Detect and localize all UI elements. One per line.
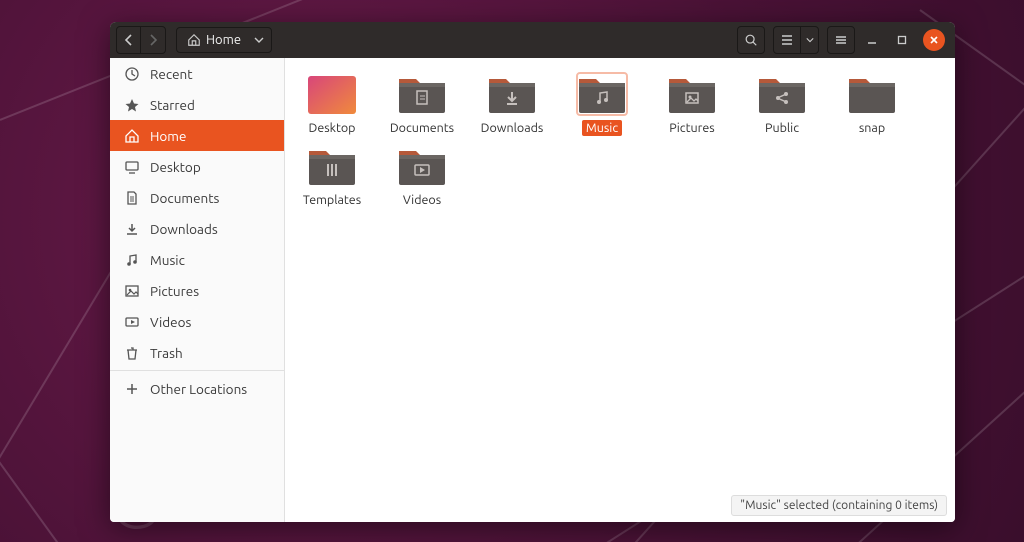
nav-arrows (116, 26, 166, 54)
folder-icon (666, 72, 718, 116)
path-home[interactable]: Home (179, 28, 249, 52)
folder-pictures[interactable]: Pictures (653, 72, 731, 136)
desktop-icon (124, 159, 140, 175)
titlebar: Home (110, 22, 955, 58)
sidebar-item-label: Pictures (150, 283, 199, 299)
sidebar-item-label: Desktop (150, 159, 201, 175)
list-icon (780, 33, 794, 47)
folder-label: Public (761, 120, 803, 136)
folder-label: Downloads (477, 120, 548, 136)
folder-label: Pictures (665, 120, 718, 136)
folder-downloads[interactable]: Downloads (473, 72, 551, 136)
folder-icon (396, 144, 448, 188)
sidebar-item-label: Documents (150, 190, 219, 206)
sidebar-item-label: Starred (150, 97, 195, 113)
star-icon (124, 97, 140, 113)
folder-icon (576, 72, 628, 116)
minimize-icon (867, 35, 877, 45)
maximize-icon (897, 35, 907, 45)
path-dropdown[interactable] (249, 37, 269, 43)
sidebar-item-starred[interactable]: Starred (110, 89, 284, 120)
folder-snap[interactable]: snap (833, 72, 911, 136)
sidebar-item-trash[interactable]: Trash (110, 337, 284, 368)
trash-icon (124, 345, 140, 361)
main-pane[interactable]: Desktop Documents Downloads Music Pictures Pu… (285, 58, 955, 522)
sidebar-item-videos[interactable]: Videos (110, 306, 284, 337)
folder-label: Templates (299, 192, 365, 208)
folder-templates[interactable]: Templates (293, 144, 371, 208)
search-button[interactable] (738, 27, 764, 53)
folder-icon (756, 72, 808, 116)
folder-public[interactable]: Public (743, 72, 821, 136)
sidebar-item-label: Downloads (150, 221, 218, 237)
view-list-button[interactable] (774, 27, 800, 53)
folder-label: Desktop (305, 120, 360, 136)
back-button[interactable] (117, 27, 141, 53)
path-bar[interactable]: Home (176, 27, 272, 53)
down-icon (124, 221, 140, 237)
folder-icon (306, 72, 358, 116)
path-label: Home (206, 33, 241, 47)
sidebar-item-home[interactable]: Home (110, 120, 284, 151)
sidebar-item-downloads[interactable]: Downloads (110, 213, 284, 244)
vid-icon (124, 314, 140, 330)
sidebar-item-label: Music (150, 252, 185, 268)
maximize-button[interactable] (889, 27, 915, 53)
hamburger-menu[interactable] (828, 27, 854, 53)
sidebar-item-label: Recent (150, 66, 193, 82)
folder-icon (486, 72, 538, 116)
folder-icon (306, 144, 358, 188)
folder-label: Videos (399, 192, 445, 208)
close-icon (929, 35, 939, 45)
home-icon (124, 128, 140, 144)
folder-icon (396, 72, 448, 116)
folder-label: snap (855, 120, 889, 136)
folder-grid: Desktop Documents Downloads Music Pictures Pu… (285, 58, 955, 222)
sidebar-other-locations[interactable]: Other Locations (110, 373, 284, 404)
folder-documents[interactable]: Documents (383, 72, 461, 136)
minimize-button[interactable] (859, 27, 885, 53)
folder-label: Documents (386, 120, 458, 136)
chevron-down-icon (806, 37, 814, 43)
sidebar: Recent Starred Home Desktop Documents Downloa… (110, 58, 285, 522)
home-icon (187, 33, 201, 47)
folder-label: Music (582, 120, 622, 136)
status-bar: "Music" selected (containing 0 items) (731, 495, 947, 516)
plus-icon (124, 381, 140, 397)
sidebar-item-label: Other Locations (150, 381, 247, 397)
folder-videos[interactable]: Videos (383, 144, 461, 208)
folder-icon (846, 72, 898, 116)
folder-music[interactable]: Music (563, 72, 641, 136)
sidebar-item-recent[interactable]: Recent (110, 58, 284, 89)
sidebar-item-label: Home (150, 128, 186, 144)
sidebar-item-label: Videos (150, 314, 191, 330)
sidebar-item-music[interactable]: Music (110, 244, 284, 275)
music-icon (124, 252, 140, 268)
sidebar-item-label: Trash (150, 345, 183, 361)
doc-icon (124, 190, 140, 206)
clock-icon (124, 66, 140, 82)
forward-button[interactable] (141, 27, 165, 53)
pic-icon (124, 283, 140, 299)
close-button[interactable] (923, 29, 945, 51)
sidebar-item-pictures[interactable]: Pictures (110, 275, 284, 306)
menu-icon (834, 33, 848, 47)
sidebar-item-documents[interactable]: Documents (110, 182, 284, 213)
sidebar-item-desktop[interactable]: Desktop (110, 151, 284, 182)
file-manager-window: Home Recent Starred Home Desktop Documents Do… (110, 22, 955, 522)
folder-desktop[interactable]: Desktop (293, 72, 371, 136)
search-icon (744, 33, 758, 47)
view-dropdown[interactable] (800, 27, 818, 53)
